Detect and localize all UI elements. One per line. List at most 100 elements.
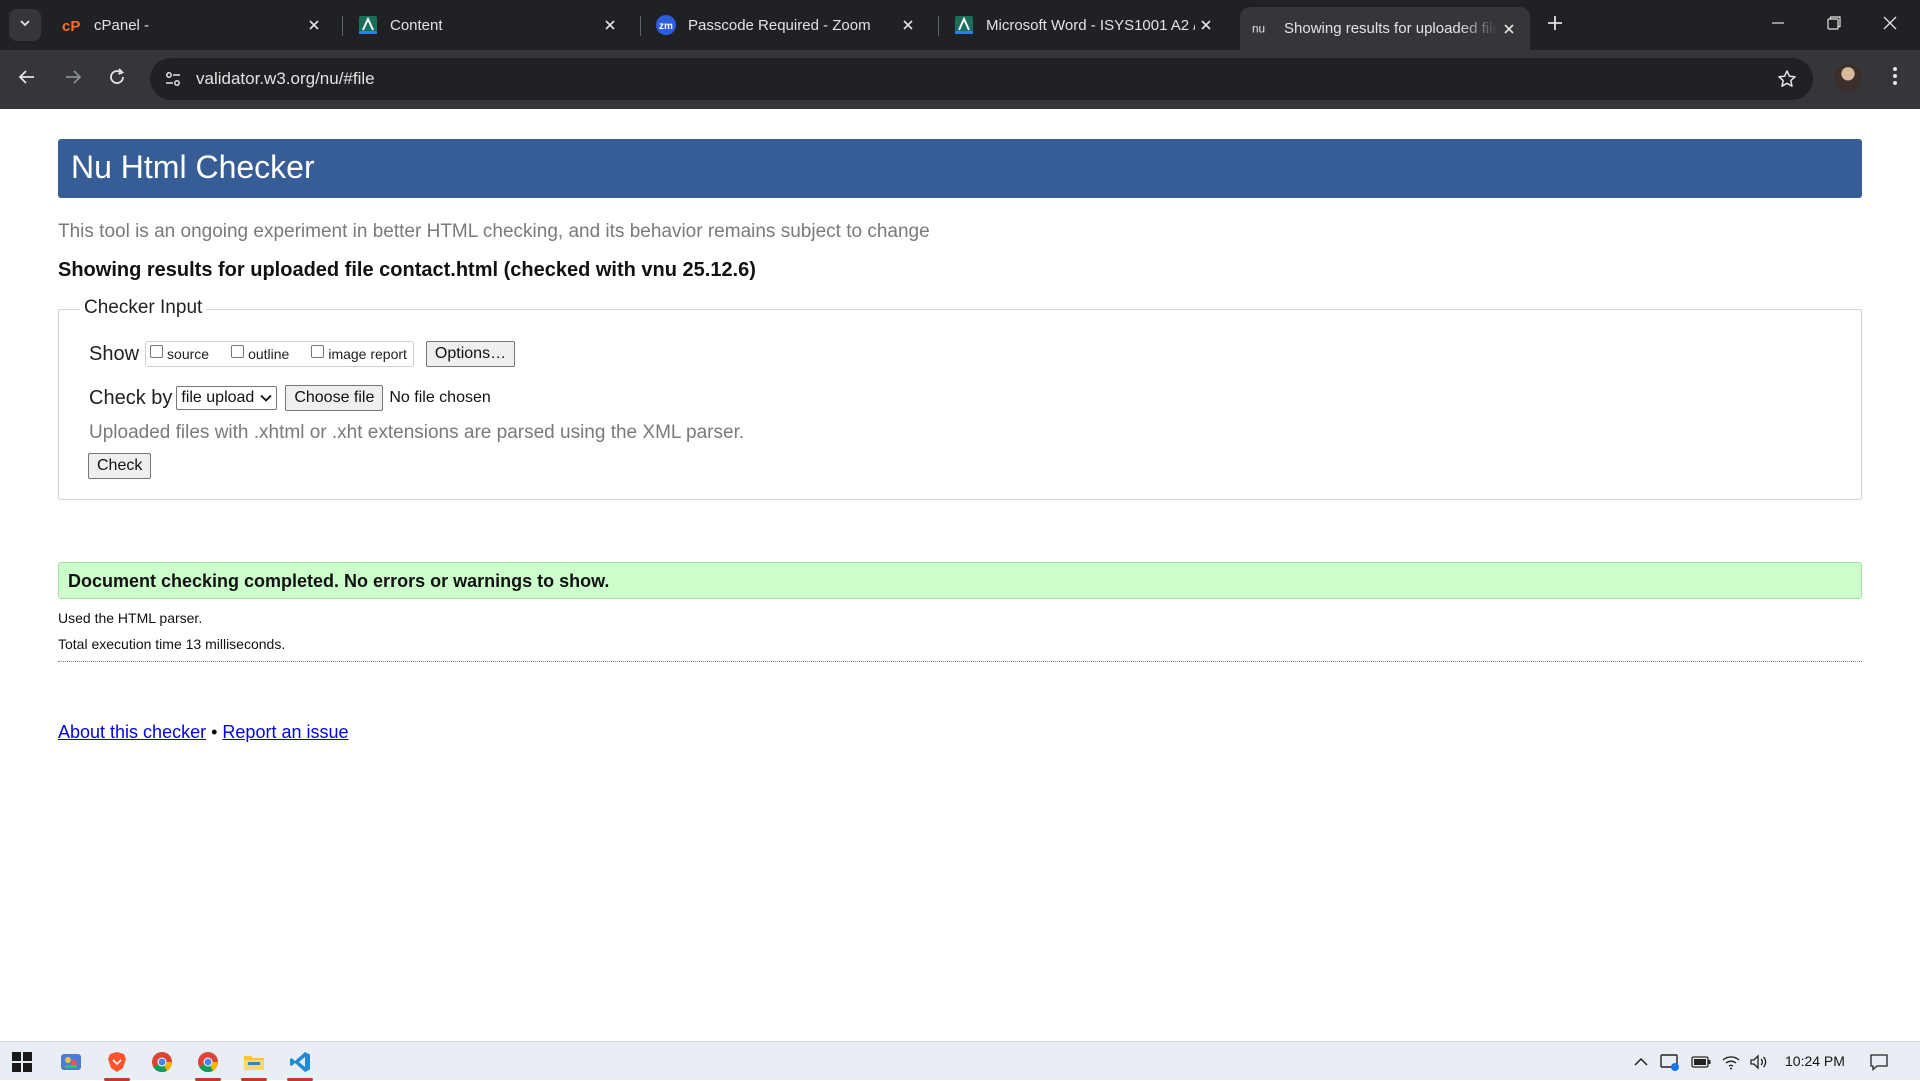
close-icon[interactable] xyxy=(303,14,325,36)
checkbox-box[interactable] xyxy=(311,344,325,358)
chrome-icon[interactable] xyxy=(192,1046,224,1081)
chevron-up-icon[interactable] xyxy=(1630,1051,1652,1073)
execution-time: Total execution time 13 milliseconds. xyxy=(58,636,286,652)
header-banner: Nu Html Checker xyxy=(58,139,1862,198)
checkbox-label: outline xyxy=(248,346,290,362)
profile-avatar[interactable] xyxy=(1834,64,1862,92)
reload-icon xyxy=(108,67,126,91)
nu-icon: nu xyxy=(1252,19,1272,39)
intro-text: This tool is an ongoing experiment in be… xyxy=(58,221,930,242)
browser-toolbar: validator.w3.org/nu/#file xyxy=(0,50,1920,109)
arrow-left-icon xyxy=(18,68,36,91)
volume-icon[interactable] xyxy=(1748,1051,1770,1073)
close-icon[interactable] xyxy=(897,14,919,36)
taskbar-clock[interactable]: 10:24 PM xyxy=(1785,1053,1845,1069)
checkbox-label: image report xyxy=(328,346,407,362)
divider xyxy=(58,661,1862,662)
file-explorer-icon[interactable] xyxy=(238,1046,270,1081)
tab-nu-checker[interactable]: nu Showing results for uploaded file xyxy=(1240,7,1530,50)
tab-title: Showing results for uploaded file xyxy=(1284,20,1498,37)
svg-text:cP: cP xyxy=(62,18,80,33)
zoom-icon: zm xyxy=(656,15,676,35)
brave-icon[interactable] xyxy=(101,1046,133,1081)
svg-text:zm: zm xyxy=(659,21,673,32)
page-title: Nu Html Checker xyxy=(71,149,315,185)
tab-cpanel[interactable]: cP cPanel - xyxy=(50,7,335,43)
xml-parser-note: Uploaded files with .xhtml or .xht exten… xyxy=(89,422,745,443)
check-by-select[interactable]: file upload xyxy=(176,386,278,410)
close-icon[interactable] xyxy=(599,14,621,36)
windows-start-icon[interactable] xyxy=(6,1046,38,1078)
a-logo-icon xyxy=(954,15,974,35)
browser-menu-button[interactable] xyxy=(1880,63,1910,93)
checkbox-box[interactable] xyxy=(150,344,164,358)
close-window-button[interactable] xyxy=(1862,0,1918,50)
tab-title: Passcode Required - Zoom xyxy=(688,16,871,34)
arrow-right-icon xyxy=(64,68,82,91)
choose-file-button[interactable]: Choose file xyxy=(285,385,384,411)
tab-strip: cP cPanel - Content zm Passcode Required… xyxy=(0,0,1920,50)
source-checkbox[interactable]: source xyxy=(150,344,210,362)
chrome-icon[interactable] xyxy=(146,1046,178,1078)
footer-links: About this checker • Report an issue xyxy=(58,722,349,743)
checkbox-box[interactable] xyxy=(231,344,245,358)
cpanel-icon: cP xyxy=(62,15,82,35)
checker-input-fieldset: Checker Input Show source outline image … xyxy=(58,297,1862,500)
close-icon[interactable] xyxy=(1195,14,1217,36)
tab-title: Microsoft Word - ISYS1001 A2 / xyxy=(986,16,1195,34)
new-tab-button[interactable] xyxy=(1541,11,1569,39)
about-checker-link[interactable]: About this checker xyxy=(58,722,206,742)
tab-title: cPanel - xyxy=(94,16,150,34)
close-icon[interactable] xyxy=(1498,18,1520,40)
tab-content[interactable]: Content xyxy=(346,7,631,43)
restore-button[interactable] xyxy=(1806,0,1862,50)
outline-checkbox[interactable]: outline xyxy=(231,344,290,362)
success-message: Document checking completed. No errors o… xyxy=(68,571,610,591)
tab-zoom[interactable]: zm Passcode Required - Zoom xyxy=(644,7,929,43)
back-button[interactable] xyxy=(10,62,44,96)
show-label: Show xyxy=(89,342,140,365)
check-by-label: Check by xyxy=(89,386,173,409)
tab-title: Content xyxy=(390,16,443,34)
page-content: Nu Html Checker This tool is an ongoing … xyxy=(0,109,1920,1041)
bookmark-star-icon[interactable] xyxy=(1775,67,1799,91)
chevron-down-icon xyxy=(260,389,272,407)
chevron-down-icon xyxy=(18,16,32,35)
restore-icon xyxy=(1827,15,1841,35)
results-heading: Showing results for uploaded file contac… xyxy=(58,259,756,281)
tab-search-button[interactable] xyxy=(9,9,41,41)
success-message-box: Document checking completed. No errors o… xyxy=(58,562,1862,599)
show-row: Show source outline image report Options… xyxy=(89,339,516,369)
vscode-icon[interactable] xyxy=(284,1046,316,1081)
more-vertical-icon xyxy=(1892,66,1898,91)
check-button[interactable]: Check xyxy=(88,453,152,479)
image-report-checkbox[interactable]: image report xyxy=(311,344,407,362)
address-bar[interactable]: validator.w3.org/nu/#file xyxy=(150,58,1813,100)
file-status-text: No file chosen xyxy=(389,389,491,406)
site-info-icon[interactable] xyxy=(160,66,186,92)
close-icon xyxy=(1883,16,1897,35)
show-options-group: source outline image report xyxy=(145,341,414,367)
wifi-icon[interactable] xyxy=(1720,1051,1742,1073)
reload-button[interactable] xyxy=(100,62,134,96)
report-issue-link[interactable]: Report an issue xyxy=(222,722,348,742)
footer-separator: • xyxy=(211,722,218,742)
svg-text:nu: nu xyxy=(1252,21,1265,35)
battery-icon[interactable] xyxy=(1690,1051,1712,1073)
tab-word[interactable]: Microsoft Word - ISYS1001 A2 / xyxy=(942,7,1227,43)
forward-button[interactable] xyxy=(56,62,90,96)
parser-info: Used the HTML parser. xyxy=(58,610,203,626)
url-text: validator.w3.org/nu/#file xyxy=(196,69,375,88)
minimize-icon xyxy=(1771,16,1785,35)
select-value: file upload xyxy=(181,389,255,406)
notifications-icon[interactable] xyxy=(1868,1051,1890,1073)
task-manager-icon[interactable] xyxy=(55,1046,87,1078)
windows-taskbar: 10:24 PM xyxy=(0,1041,1920,1081)
checkbox-label: source xyxy=(167,346,210,362)
minimize-button[interactable] xyxy=(1750,0,1806,50)
a-logo-icon xyxy=(358,15,378,35)
meet-now-icon[interactable] xyxy=(1659,1051,1681,1073)
plus-icon xyxy=(1547,15,1563,36)
options-button[interactable]: Options… xyxy=(425,341,516,367)
check-by-row: Check by file upload Choose file No file… xyxy=(89,383,491,413)
